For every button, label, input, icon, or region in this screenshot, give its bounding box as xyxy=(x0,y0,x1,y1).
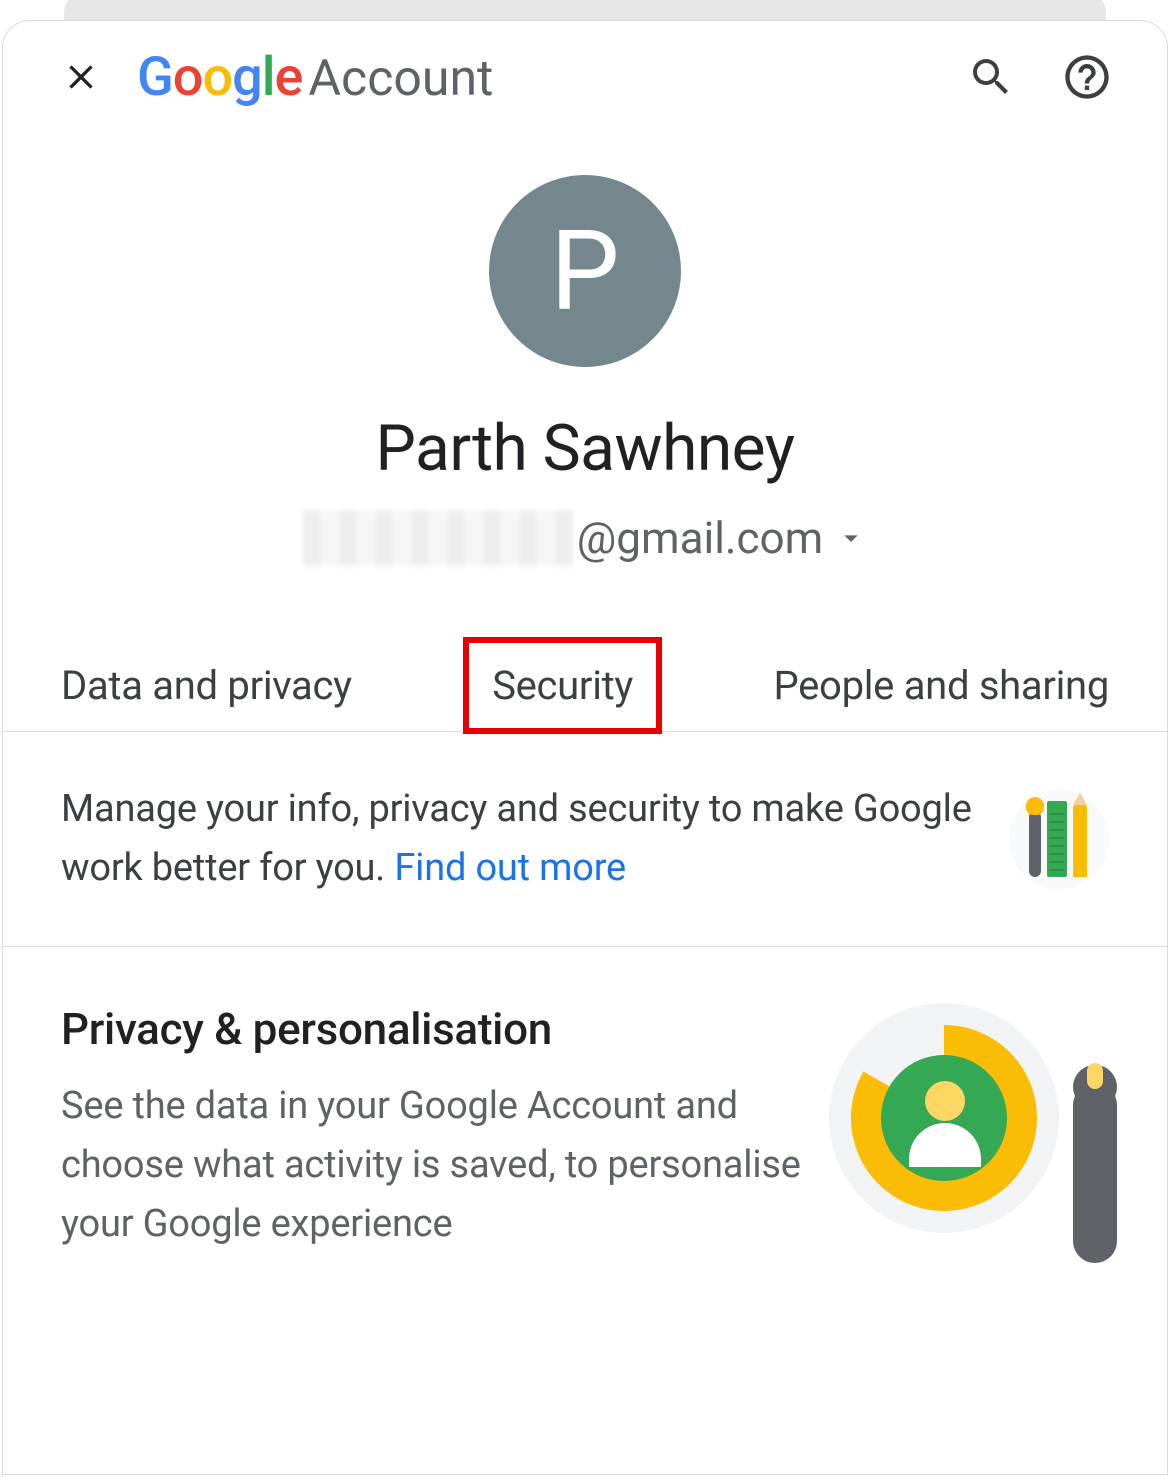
close-icon xyxy=(61,57,101,97)
top-bar: Google Account xyxy=(3,21,1167,133)
tab-data-and-privacy[interactable]: Data and privacy xyxy=(61,640,352,731)
search-icon xyxy=(967,53,1015,101)
help-icon xyxy=(1061,51,1113,103)
email-domain: @gmail.com xyxy=(577,512,823,564)
intro-card: Manage your info, privacy and security t… xyxy=(3,732,1167,947)
search-button[interactable] xyxy=(955,41,1027,113)
avatar[interactable]: P xyxy=(489,175,681,367)
brand-logo: Google Account xyxy=(137,46,493,109)
help-button[interactable] xyxy=(1051,41,1123,113)
email-redacted xyxy=(303,510,573,566)
tab-bar: Data and privacy Security People and sha… xyxy=(3,640,1167,732)
chevron-down-icon xyxy=(835,522,867,554)
find-out-more-link[interactable]: Find out more xyxy=(394,846,626,890)
profile-header: P Parth Sawhney @gmail.com xyxy=(3,133,1167,566)
brand-subtitle: Account xyxy=(308,50,493,108)
display-name: Parth Sawhney xyxy=(3,411,1167,486)
intro-text: Manage your info, privacy and security t… xyxy=(61,780,1009,898)
section-title: Privacy & personalisation xyxy=(61,1003,801,1055)
privacy-illustration-icon xyxy=(829,1003,1109,1243)
tab-security[interactable]: Security xyxy=(466,640,659,731)
section-body: See the data in your Google Account and … xyxy=(61,1077,801,1254)
account-switcher[interactable]: @gmail.com xyxy=(3,510,1167,566)
tools-illustration-icon xyxy=(1009,789,1109,889)
close-button[interactable] xyxy=(53,49,109,105)
privacy-personalisation-card[interactable]: Privacy & personalisation See the data i… xyxy=(3,947,1167,1254)
avatar-initial: P xyxy=(550,207,619,336)
tab-people-and-sharing[interactable]: People and sharing xyxy=(773,640,1109,731)
